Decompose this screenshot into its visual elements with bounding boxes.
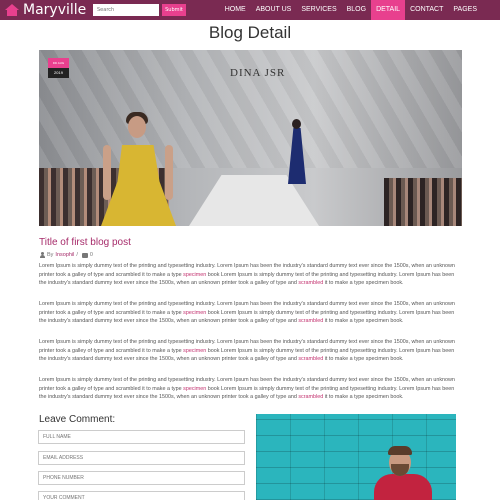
nav-item-services[interactable]: SERVICES	[296, 0, 341, 20]
post-date-month: DD AUG	[48, 58, 69, 68]
inline-link[interactable]: specimen	[183, 310, 206, 316]
post-title[interactable]: Title of first blog post	[39, 237, 131, 249]
nav-item-contact[interactable]: CONTACT	[405, 0, 448, 20]
author-photo	[256, 414, 456, 500]
post-author-link[interactable]: Insophil	[55, 251, 74, 259]
brand-logo[interactable]: Maryville	[0, 0, 88, 20]
post-date-year: 2019	[48, 68, 69, 78]
search-submit-button[interactable]: Submit	[162, 4, 186, 16]
inline-link[interactable]: scrambled	[298, 280, 323, 286]
post-paragraph: Lorem Ipsum is simply dummy text of the …	[39, 339, 455, 362]
inline-link[interactable]: specimen	[183, 348, 206, 354]
nav-item-blog[interactable]: BLOG	[342, 0, 371, 20]
post-paragraph: Lorem Ipsum is simply dummy text of the …	[39, 301, 455, 324]
inline-link[interactable]: scrambled	[298, 356, 323, 362]
post-date-badge: DD AUG 2019	[48, 58, 69, 78]
user-icon	[39, 252, 45, 258]
post-paragraph: Lorem Ipsum is simply dummy text of the …	[39, 377, 455, 400]
page-title: Blog Detail	[208, 23, 292, 42]
email-field[interactable]	[38, 451, 245, 465]
post-body: Lorem Ipsum is simply dummy text of the …	[39, 262, 462, 414]
house-icon	[5, 4, 19, 16]
leave-comment-heading: Leave Comment:	[39, 414, 116, 425]
inline-link[interactable]: scrambled	[298, 318, 323, 324]
nav-item-about-us[interactable]: ABOUT US	[251, 0, 297, 20]
phone-field[interactable]	[38, 471, 245, 485]
inline-link[interactable]: specimen	[183, 272, 206, 278]
inline-link[interactable]: scrambled	[298, 394, 323, 400]
nav-item-pages[interactable]: PAGES	[448, 0, 482, 20]
main-menu: HOME ABOUT US SERVICES BLOG DETAIL CONTA…	[220, 0, 482, 20]
post-by-label: By	[47, 252, 54, 258]
inline-link[interactable]: specimen	[183, 386, 206, 392]
nav-item-home[interactable]: HOME	[220, 0, 251, 20]
post-paragraph: Lorem Ipsum is simply dummy text of the …	[39, 263, 455, 286]
post-comment-count[interactable]: 0	[90, 251, 93, 259]
blog-hero-image: DINA JSR DD AUG 2019	[39, 50, 462, 226]
comment-field[interactable]	[38, 491, 245, 500]
brand-name: Maryville	[23, 2, 87, 18]
top-navbar: Maryville Submit HOME ABOUT US SERVICES …	[0, 0, 500, 20]
full-name-field[interactable]	[38, 430, 245, 444]
meta-separator: /	[76, 252, 78, 258]
nav-item-detail[interactable]: DETAIL	[371, 0, 406, 20]
post-meta: By Insophil / 0	[39, 251, 93, 259]
comment-icon	[81, 252, 88, 258]
search-input[interactable]	[93, 4, 159, 16]
hero-sign-text: DINA JSR	[230, 67, 286, 79]
